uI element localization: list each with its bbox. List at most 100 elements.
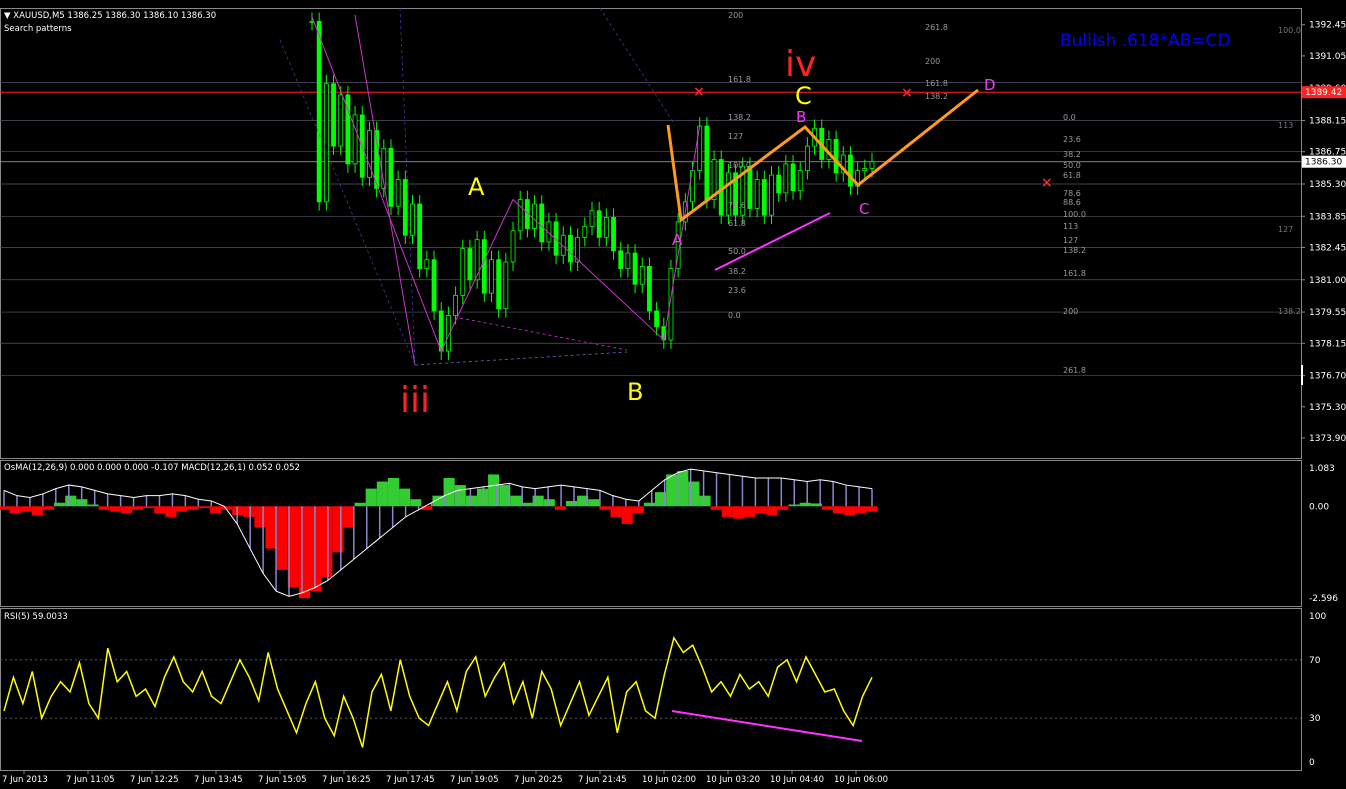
price-candle (582, 225, 588, 238)
osma-bar (821, 506, 834, 510)
rsi-y-tick-label: 30 (1309, 714, 1321, 724)
price-candle (510, 230, 516, 263)
abcd-point-a: A (672, 231, 683, 249)
price-candle (460, 248, 466, 296)
price-candle (517, 199, 523, 232)
x-axis-label: 10 Jun 03:20 (706, 775, 760, 785)
osma-y-tick-label: -2.596 (1309, 594, 1338, 604)
price-y-tick-label: 1392.45 (1309, 21, 1346, 31)
target-x-marker: × (1041, 175, 1053, 191)
osma-bar (321, 506, 333, 577)
x-axis-label: 7 Jun 20:25 (514, 775, 563, 785)
price-y-tick-label: 1382.45 (1309, 243, 1346, 253)
osma-bar (410, 499, 422, 507)
abcd-point-d: D (984, 76, 996, 94)
fib-right-label: 161.8 (925, 79, 948, 88)
osma-bar (198, 506, 210, 509)
osma-bar (354, 502, 366, 507)
price-candle (352, 114, 358, 165)
osma-bar (42, 506, 55, 510)
osma-bar (454, 485, 466, 507)
osma-bar (109, 506, 121, 512)
osma-bar (799, 502, 811, 507)
fib-left-label: 100.0 (728, 161, 751, 170)
wave-b-label: B (627, 378, 643, 406)
price-candle (539, 203, 545, 243)
osma-pane-border (0, 460, 1302, 607)
fib-left-label: 50.0 (728, 247, 746, 256)
price-candle (611, 217, 616, 252)
trading-chart-window: ▼ XAUUSD,M5 1386.25 1386.30 1386.10 1386… (0, 0, 1346, 789)
price-candle (589, 210, 595, 227)
osma-bar (65, 495, 77, 507)
price-y-tick-label: 1379.55 (1309, 308, 1346, 318)
price-candle (503, 261, 509, 310)
osma-bar (610, 506, 622, 517)
pattern-dashed-line (459, 317, 628, 351)
x-axis-label: 7 Jun 21:45 (578, 775, 627, 785)
osma-bar (488, 474, 500, 507)
osma-bar (721, 506, 733, 517)
osma-bar (387, 478, 400, 507)
target-x-marker: × (693, 84, 705, 100)
rsi-y-tick-label: 70 (1309, 656, 1321, 666)
osma-bar (855, 506, 867, 514)
wave-a-label: A (468, 173, 485, 201)
price-y-tick-label: 1383.85 (1309, 212, 1346, 222)
fib-right-label: 38.2 (1063, 150, 1081, 159)
fib-right-label: 61.8 (1063, 171, 1081, 180)
fib-left-label: 78.6 (728, 201, 746, 210)
osma-bar (209, 506, 221, 514)
osma-bar (643, 502, 655, 507)
rsi-pane-border (0, 608, 1302, 771)
fib-far-right-label: 113 (1278, 121, 1293, 130)
osma-bar (332, 506, 344, 553)
osma-bar (298, 506, 311, 599)
osma-bar (421, 506, 433, 510)
osma-bar (833, 506, 845, 514)
price-candle (776, 174, 782, 194)
price-y-tick-label: 1385.30 (1309, 180, 1346, 190)
osma-bar (365, 488, 377, 507)
fib-right-label: 100.0 (1063, 210, 1086, 219)
osma-bar (732, 506, 745, 519)
price-pane-border (0, 8, 1302, 459)
osma-bar (120, 506, 132, 514)
osma-bar (565, 500, 578, 507)
fib-right-label: 88.6 (1063, 198, 1081, 207)
price-candle (833, 139, 839, 174)
price-candle (431, 259, 437, 312)
wave-iv-label: iv (785, 44, 816, 85)
pattern-dashed-line (414, 351, 628, 366)
price-candle (804, 145, 810, 172)
osma-bar (154, 506, 166, 514)
osma-bar (143, 506, 155, 509)
fib-right-label: 23.6 (1063, 135, 1081, 144)
fib-left-label: 127 (728, 132, 743, 141)
price-y-tick-label: 1391.05 (1309, 52, 1346, 62)
osma-bar (165, 506, 177, 517)
fib-right-label: 138.2 (1063, 246, 1086, 255)
abcd-point-b: B (796, 108, 806, 126)
osma-bar (588, 499, 600, 507)
wave-iii-label: iii (400, 380, 430, 421)
price-chart-svg[interactable]: 1392.451391.051389.601388.151386.751385.… (0, 0, 1346, 789)
fib-right-label: 50.0 (1063, 161, 1081, 170)
price-y-tick-label: 1381.00 (1309, 276, 1346, 286)
price-y-tick-label: 1375.30 (1309, 403, 1346, 413)
fib-left-label: 138.2 (728, 113, 751, 122)
price-y-tick-label: 1376.70 (1309, 372, 1346, 382)
osma-bar (476, 488, 489, 507)
osma-bar (265, 506, 277, 549)
price-candle (323, 83, 329, 203)
price-candle (632, 252, 638, 285)
fib-left-label: 200 (728, 11, 743, 20)
osma-bar (632, 506, 644, 514)
price-candle (797, 170, 803, 192)
price-candle (654, 310, 660, 327)
fib-right-label: 127 (1063, 236, 1078, 245)
price-candle (388, 147, 394, 207)
wave-c-label: C (795, 82, 812, 110)
osma-bar (243, 506, 255, 517)
price-candle (596, 210, 602, 238)
